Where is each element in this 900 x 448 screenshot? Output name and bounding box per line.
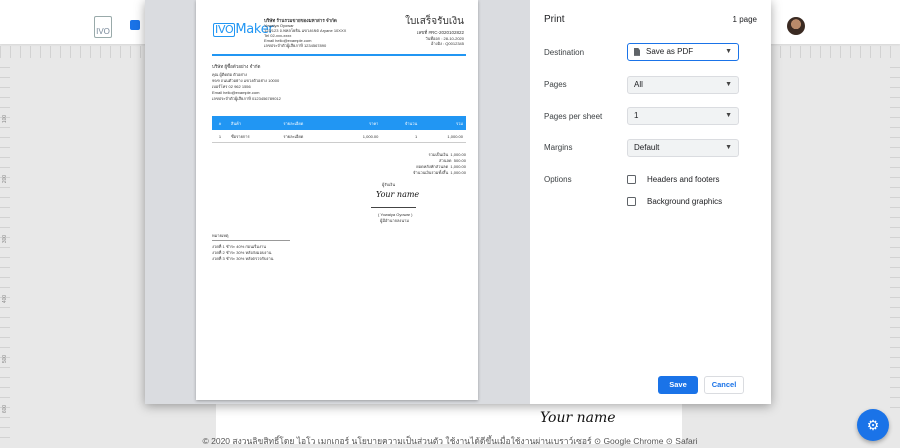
column-header: สินค้า <box>228 116 281 130</box>
notes-title: หมายเหตุ <box>212 233 229 238</box>
column-header: # <box>212 116 228 130</box>
pages-per-sheet-value: 1 <box>634 111 639 120</box>
column-header: จำนวน <box>381 116 421 130</box>
total-label: ยอดหลังหักส่วนลด <box>416 164 449 169</box>
company-line: เลขประจำตัวผู้เสียภาษี 1234567890 <box>264 43 327 48</box>
cancel-button[interactable]: Cancel <box>704 376 744 394</box>
customer-line: Email hello@example.com <box>212 90 260 95</box>
ruler-label: 500 <box>2 354 9 364</box>
margins-value: Default <box>634 143 660 152</box>
ruler-label: 100 <box>2 114 9 124</box>
total-value: 1,000.00 <box>450 152 466 157</box>
print-preview-area: IVO Maker บริษัท ร้านรวมขายของมหาสาร จำกั… <box>145 0 530 404</box>
app-logo-text: IVO <box>96 27 110 36</box>
destination-select[interactable]: Save as PDF ▼ <box>627 43 739 61</box>
chevron-down-icon: ▼ <box>725 112 732 119</box>
headers-footers-checkbox[interactable] <box>627 175 636 184</box>
notes-line: งวดที่ 3 ชำระ 30% หลังตรวจรับงาน <box>212 256 274 261</box>
signer-role: ผู้มีอำนาจลงนาม <box>380 218 409 223</box>
total-label: รวมเป็นเงิน <box>428 152 449 157</box>
options-label: Options <box>544 175 572 184</box>
destination-label: Destination <box>544 48 585 57</box>
logo-mark: IVO <box>213 23 236 37</box>
gear-icon[interactable]: ⚙ <box>857 409 889 441</box>
total-label: ส่วนลด <box>439 158 452 163</box>
customer-name: บริษัท ผู้ซื้อตัวอย่าง จำกัด <box>212 64 261 69</box>
print-dialog: IVO Maker บริษัท ร้านรวมขายของมหาสาร จำกั… <box>145 0 771 404</box>
chevron-down-icon: ▼ <box>725 48 732 55</box>
ruler-label: 600 <box>2 404 9 414</box>
save-button[interactable]: Save <box>658 376 698 394</box>
doc-number: เลขที่ #RC-2020102822 <box>416 30 464 35</box>
chevron-down-icon: ▼ <box>725 144 732 151</box>
print-title: Print <box>544 14 565 25</box>
total-value: 1,000.00 <box>450 170 466 175</box>
page-count: 1 page <box>732 15 757 24</box>
total-row: จำนวนเงินรวมทั้งสิ้น 1,000.00 <box>346 170 466 175</box>
preview-page: IVO Maker บริษัท ร้านรวมขายของมหาสาร จำกั… <box>196 0 478 400</box>
sign-caption: ผู้รับเงิน <box>382 182 396 187</box>
notes-divider <box>212 240 290 241</box>
pages-per-sheet-label: Pages per sheet <box>544 112 603 121</box>
table-cell: 1 <box>381 130 421 143</box>
total-row: ส่วนลด 500.00 <box>396 158 466 163</box>
pages-per-sheet-select[interactable]: 1 ▼ <box>627 107 739 125</box>
notes-line: งวดที่ 1 ชำระ 40% ก่อนเริ่มงาน <box>212 244 267 249</box>
customer-line: 99/9 ถนนตัวอย่าง แขวงตัวอย่าง 10000 <box>212 78 280 83</box>
customer-line: เลขประจำตัวผู้เสียภาษี 0123456789012 <box>212 96 281 101</box>
app-logo[interactable]: IVO <box>94 16 112 38</box>
column-header: ราคา <box>335 116 382 130</box>
divider <box>212 54 466 56</box>
total-row: ยอดหลังหักส่วนลด 1,000.00 <box>376 164 466 169</box>
column-header: รายละเอียด <box>280 116 336 130</box>
signature: Your name <box>376 190 420 199</box>
doc-reference: อ้างอิง : Q0012345 <box>431 41 464 46</box>
table-cell: 1,000.00 <box>335 130 382 143</box>
ruler-label: 300 <box>2 234 9 244</box>
background-graphics-checkbox[interactable] <box>627 197 636 206</box>
items-table: # สินค้า รายละเอียด ราคา จำนวน รวม 1 ชื่… <box>212 116 466 143</box>
table-cell: ชื่อรายการ <box>228 130 281 143</box>
margins-label: Margins <box>544 143 573 152</box>
signature-text: Your name <box>540 410 616 426</box>
avatar[interactable] <box>787 17 805 35</box>
pages-value: All <box>634 80 643 89</box>
chevron-down-icon: ▼ <box>725 81 732 88</box>
app-nav-icon[interactable] <box>130 20 140 30</box>
print-settings-panel: Print 1 page Destination Save as PDF ▼ Pa… <box>530 0 771 404</box>
table-row: 1 ชื่อรายการ รายละเอียด 1,000.00 1 1,000… <box>212 130 466 143</box>
margins-select[interactable]: Default ▼ <box>627 139 739 157</box>
total-label: จำนวนเงินรวมทั้งสิ้น <box>413 170 449 175</box>
destination-value: Save as PDF <box>646 47 694 56</box>
table-header-row: # สินค้า รายละเอียด ราคา จำนวน รวม <box>212 116 466 130</box>
notes-line: งวดที่ 2 ชำระ 30% หลังส่งมอบงาน <box>212 250 272 255</box>
total-value: 500.00 <box>453 158 466 163</box>
document-title: ใบเสร็จรับเงิน <box>405 16 464 27</box>
headers-footers-label[interactable]: Headers and footers <box>647 175 720 184</box>
column-header: รวม <box>420 116 466 130</box>
table-cell: รายละเอียด <box>280 130 336 143</box>
ruler-label: 200 <box>2 174 9 184</box>
customer-line: เบอร์โทร 02 962 1556 <box>212 84 251 89</box>
customer-line: คุณ ผู้ติดต่อ ตัวอย่าง <box>212 72 247 77</box>
total-row: รวมเป็นเงิน 1,000.00 <box>396 152 466 157</box>
background-graphics-label[interactable]: Background graphics <box>647 197 722 206</box>
vertical-ruler-right <box>890 58 900 408</box>
table-cell: 1,000.00 <box>420 130 466 143</box>
pages-select[interactable]: All ▼ <box>627 76 739 94</box>
signature-line <box>371 207 416 208</box>
pdf-file-icon <box>634 47 640 56</box>
total-value: 1,000.00 <box>450 164 466 169</box>
signer-name: ( Yowaiya Oyowar ) <box>378 212 413 217</box>
ruler-label: 400 <box>2 294 9 304</box>
pages-label: Pages <box>544 80 567 89</box>
table-cell: 1 <box>212 130 228 143</box>
